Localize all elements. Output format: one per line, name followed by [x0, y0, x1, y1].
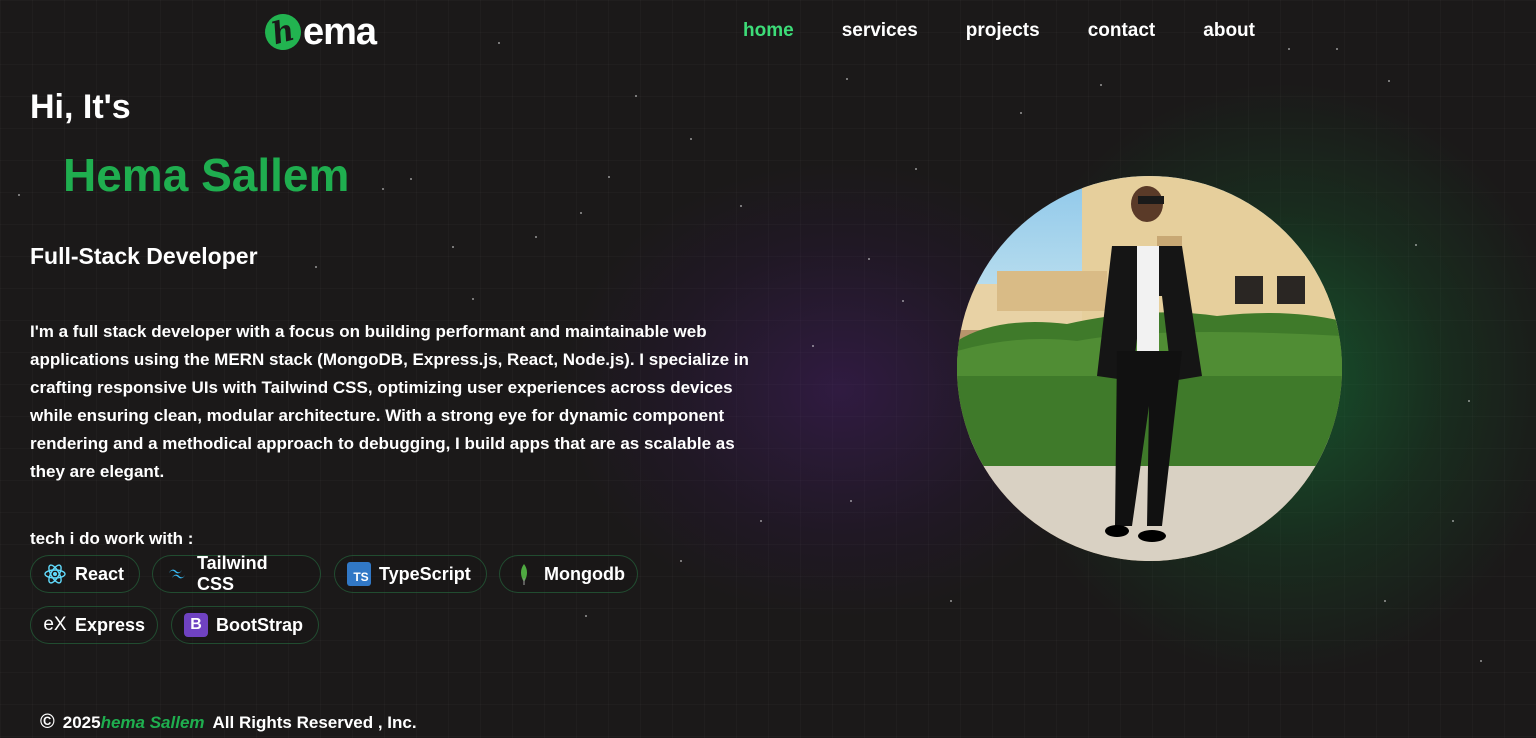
- logo[interactable]: h ema: [260, 9, 377, 55]
- tailwind-icon: [165, 562, 189, 586]
- tech-chip-label: BootStrap: [216, 614, 303, 635]
- main-nav: home services projects contact about: [743, 20, 1255, 42]
- nav-projects[interactable]: projects: [966, 20, 1040, 42]
- tech-chip-react: React: [30, 555, 140, 593]
- tech-chip-tailwind: Tailwind CSS: [152, 553, 321, 594]
- tech-chip-label: React: [75, 563, 125, 584]
- tech-chip-label: Tailwind CSS: [197, 553, 268, 594]
- tech-chip-label: Express: [74, 614, 145, 635]
- nav-about[interactable]: about: [1203, 20, 1255, 42]
- tech-chip-express: eX Express: [30, 606, 158, 644]
- hero-role: Full-Stack Developer: [30, 243, 258, 269]
- footer-rights: All Rights Reserved , Inc.: [212, 712, 417, 732]
- nav-services[interactable]: services: [842, 20, 918, 42]
- tech-chip-bootstrap: B BootStrap: [171, 606, 319, 644]
- footer-name: hema Sallem: [100, 712, 205, 732]
- tech-chip-label: TypeScript: [379, 563, 471, 584]
- profile-photo: [957, 176, 1342, 561]
- copyright-icon: ©: [40, 711, 55, 733]
- hero-name: Hema Sallem: [63, 149, 350, 201]
- hero-bio: I'm a full stack developer with a focus …: [30, 322, 749, 481]
- mongodb-leaf-icon: [512, 562, 536, 586]
- hero-greeting: Hi, It's: [30, 88, 131, 126]
- tech-chip-typescript: TS TypeScript: [334, 555, 487, 593]
- bootstrap-icon: B: [184, 613, 208, 637]
- tech-chip-label: Mongodb: [544, 563, 625, 584]
- tech-title: tech i do work with :: [30, 529, 194, 548]
- nav-contact[interactable]: contact: [1088, 20, 1156, 42]
- react-icon: [43, 562, 67, 586]
- nav-home[interactable]: home: [743, 20, 794, 42]
- logo-text: ema: [303, 10, 377, 53]
- tech-chip-mongodb: Mongodb: [499, 555, 638, 593]
- footer: © 2025 hema Sallem All Rights Reserved ,…: [40, 711, 417, 734]
- express-icon: eX: [43, 614, 67, 635]
- typescript-icon: TS: [347, 562, 371, 586]
- footer-year: 2025: [62, 712, 101, 732]
- logo-mark: h: [260, 9, 306, 55]
